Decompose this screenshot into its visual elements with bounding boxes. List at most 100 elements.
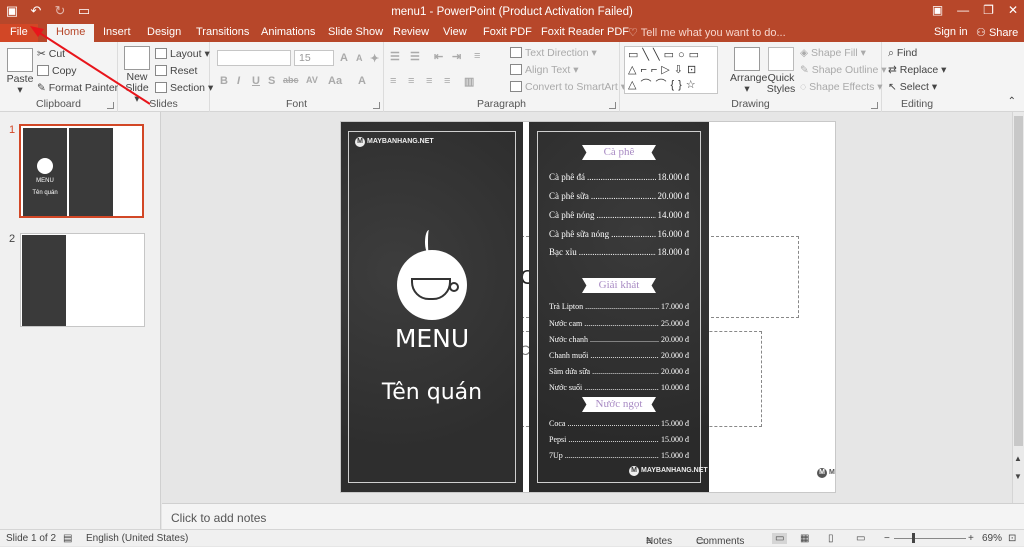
align-center-icon[interactable]: ≡ <box>408 75 414 87</box>
tab-view[interactable]: View <box>443 26 467 38</box>
tab-animations[interactable]: Animations <box>261 26 315 38</box>
scroll-down-icon[interactable]: ▼ <box>1014 472 1022 481</box>
convert-smartart-button[interactable]: Convert to SmartArt ▾ <box>510 81 626 93</box>
coffee-cup-icon <box>37 158 53 174</box>
text-direction-label: Text Direction <box>525 47 589 59</box>
vertical-scrollbar[interactable]: ▲ ▼ <box>1012 112 1024 503</box>
menu-cover-image[interactable]: M MAYBANHANG.NET MENU Tên quán <box>341 122 523 492</box>
scrollbar-thumb[interactable] <box>1014 116 1023 446</box>
quick-styles-button[interactable]: Quick Styles <box>766 47 796 95</box>
scroll-up-icon[interactable]: ▲ <box>1014 454 1022 463</box>
tab-design[interactable]: Design <box>147 26 181 38</box>
menu-title: MENU <box>394 324 470 353</box>
shrink-font-icon[interactable]: A <box>356 53 363 63</box>
font-name-box[interactable] <box>217 50 291 66</box>
sign-in-link[interactable]: Sign in <box>934 26 968 38</box>
dot-leader: ........................................… <box>590 335 659 344</box>
collapse-ribbon-icon[interactable]: ⌃ <box>1008 96 1016 107</box>
restore-button[interactable]: ❐ <box>983 3 994 17</box>
clear-format-icon[interactable]: ✦ <box>370 52 379 65</box>
change-case-icon[interactable]: Aa <box>328 75 342 87</box>
strikethrough-icon[interactable]: abc <box>283 75 299 85</box>
columns-icon[interactable]: ▥ <box>464 75 474 88</box>
format-painter-button[interactable]: ✎ Format Painter <box>37 82 118 94</box>
fit-slide-icon[interactable]: ⊡ <box>1008 533 1016 544</box>
shadow-icon[interactable]: S <box>268 75 275 87</box>
smartart-icon <box>510 81 522 92</box>
share-button[interactable]: ⚇ Share <box>976 26 1018 39</box>
italic-icon[interactable]: I <box>237 75 240 87</box>
zoom-slider-thumb[interactable] <box>912 533 915 543</box>
dot-leader: ........................................… <box>611 229 655 239</box>
tell-me-search[interactable]: ♡ Tell me what you want to do... <box>628 26 786 39</box>
new-slide-icon <box>124 46 150 70</box>
dot-leader: ........................................… <box>568 435 659 444</box>
reset-button[interactable]: Reset <box>155 65 197 77</box>
shape-fill-button[interactable]: ◈ Shape Fill ▾ <box>800 47 866 59</box>
zoom-slider[interactable] <box>894 538 966 539</box>
dialog-launcher-icon[interactable] <box>609 102 616 109</box>
zoom-in-icon[interactable]: + <box>968 533 974 544</box>
zoom-level[interactable]: 69% <box>982 533 1002 544</box>
tab-foxit-pdf[interactable]: Foxit PDF <box>483 26 532 38</box>
section-button[interactable]: Section ▾ <box>155 82 213 94</box>
font-color-icon[interactable]: A <box>358 75 366 87</box>
tab-home[interactable]: Home <box>47 24 95 42</box>
cut-button[interactable]: ✂ Cut <box>37 48 65 60</box>
slide-thumbnail-1[interactable]: MENU Tên quán <box>19 124 144 218</box>
shape-effects-button[interactable]: ◌ Shape Effects ▾ <box>800 81 883 93</box>
dialog-launcher-icon[interactable] <box>107 102 114 109</box>
notes-pane[interactable]: Click to add notes <box>162 503 1024 529</box>
line-spacing-icon[interactable]: ≡ <box>474 50 480 62</box>
increase-indent-icon[interactable]: ⇥ <box>452 50 461 63</box>
close-button[interactable]: ✕ <box>1008 3 1018 17</box>
decrease-indent-icon[interactable]: ⇤ <box>434 50 443 63</box>
justify-icon[interactable]: ≡ <box>444 75 450 87</box>
new-slide-button[interactable]: New Slide ▾ <box>124 46 150 105</box>
zoom-out-icon[interactable]: − <box>884 533 890 544</box>
select-button[interactable]: ↖ Select ▾ <box>888 81 937 93</box>
tab-file[interactable]: File <box>0 24 38 42</box>
slide-thumbnail-2[interactable] <box>20 233 145 327</box>
dialog-launcher-icon[interactable] <box>871 102 878 109</box>
paste-button[interactable]: Paste ▾ <box>6 48 34 96</box>
normal-view-icon[interactable]: ▭ <box>772 533 788 544</box>
slideshow-view-icon[interactable]: ▭ <box>856 533 865 544</box>
copy-button[interactable]: Copy <box>37 65 77 77</box>
grow-font-icon[interactable]: A <box>340 52 348 64</box>
align-left-icon[interactable]: ≡ <box>390 75 396 87</box>
tab-insert[interactable]: Insert <box>103 26 131 38</box>
menu-item-price: 10.000 đ <box>661 383 689 392</box>
text-direction-icon <box>510 47 522 58</box>
shape-outline-button[interactable]: ✎ Shape Outline ▾ <box>800 64 887 76</box>
text-direction-button[interactable]: Text Direction ▾ <box>510 47 597 59</box>
cut-label: Cut <box>48 48 66 60</box>
tab-review[interactable]: Review <box>393 26 429 38</box>
tab-foxit-reader-pdf[interactable]: Foxit Reader PDF <box>541 26 629 38</box>
bullets-icon[interactable]: ☰ <box>390 50 400 63</box>
slide-sorter-icon[interactable]: ▦ <box>800 533 809 544</box>
numbering-icon[interactable]: ☰ <box>410 50 420 63</box>
char-spacing-icon[interactable]: AV <box>306 75 318 85</box>
replace-button[interactable]: ⇄ Replace ▾ <box>888 64 946 76</box>
ribbon-display-icon[interactable]: ▣ <box>932 3 943 17</box>
language-indicator[interactable]: English (United States) <box>86 533 188 544</box>
reading-view-icon[interactable]: ▯ <box>828 533 834 544</box>
minimize-button[interactable]: — <box>957 3 969 17</box>
font-size-box[interactable]: 15 <box>294 50 334 66</box>
align-right-icon[interactable]: ≡ <box>426 75 432 87</box>
arrange-button[interactable]: Arrange ▾ <box>730 47 767 95</box>
brand-text: MAYBANHANG.NET <box>367 138 434 145</box>
align-text-button[interactable]: Align Text ▾ <box>510 64 579 76</box>
shapes-gallery[interactable]: ▭╲╲▭○▭ △⌐⌐▷⇩⊡ △⌒⌒{}☆ <box>624 46 718 94</box>
underline-icon[interactable]: U <box>252 75 260 87</box>
menu-price-list-image[interactable]: Cà phê Cà phê đá........................… <box>529 122 709 492</box>
spellcheck-icon[interactable]: ▤ <box>63 533 72 544</box>
slide-canvas[interactable]: C C M MAYBANHANG.NET MENU Tên quán Cà phê… <box>340 121 836 493</box>
tab-slide-show[interactable]: Slide Show <box>328 26 383 38</box>
bold-icon[interactable]: B <box>220 75 228 87</box>
tab-transitions[interactable]: Transitions <box>196 26 249 38</box>
find-button[interactable]: ⌕ Find <box>888 47 917 60</box>
layout-button[interactable]: Layout ▾ <box>155 48 210 60</box>
dialog-launcher-icon[interactable] <box>373 102 380 109</box>
